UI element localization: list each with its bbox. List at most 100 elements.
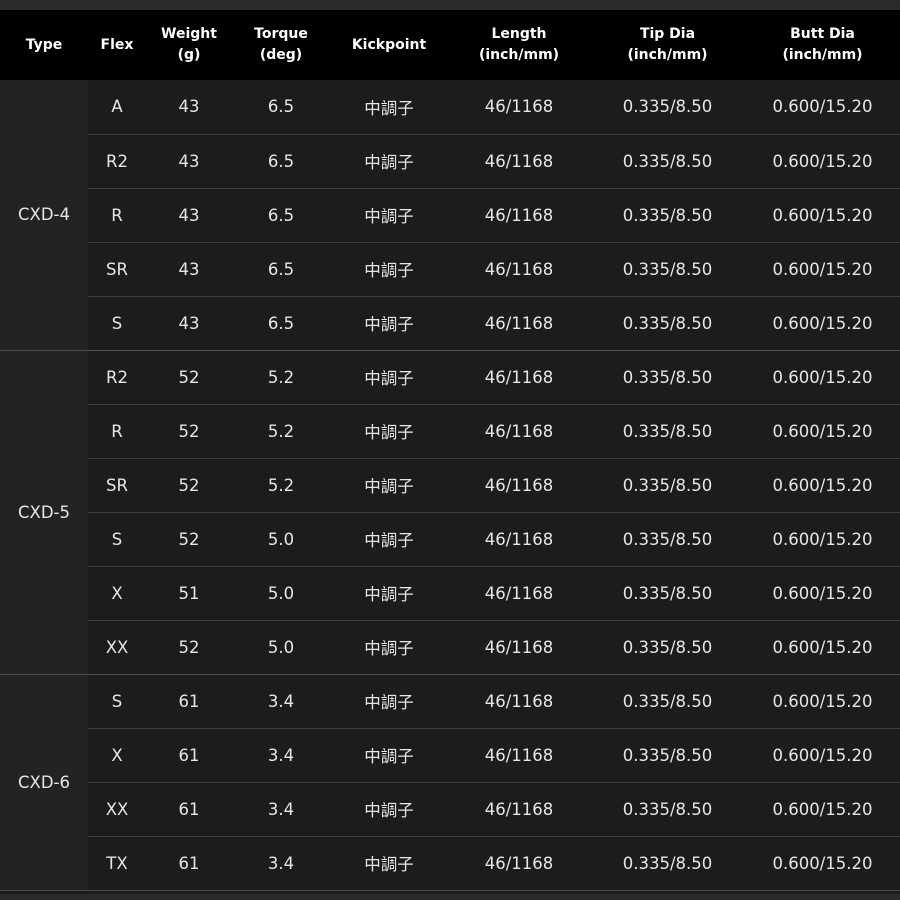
type-cell: CXD-5 <box>0 350 88 675</box>
length-cell: 46/1168 <box>448 188 590 243</box>
header-torque: Torque (deg) <box>254 26 308 63</box>
length-cell: 46/1168 <box>448 350 590 405</box>
torque-cell: 5.2 <box>232 350 330 405</box>
flex-cell: S <box>88 296 146 351</box>
torque-cell: 5.0 <box>232 512 330 567</box>
length-cell: 46/1168 <box>448 512 590 567</box>
table-header: Type Flex Weight (g) Torque (deg) Kickpo… <box>0 10 900 80</box>
length-cell: 46/1168 <box>448 728 590 783</box>
kickpoint-cell: 中調子 <box>330 620 448 675</box>
tip-dia-cell: 0.335/8.50 <box>590 134 745 189</box>
butt-dia-cell: 0.600/15.20 <box>745 296 900 351</box>
header-butt-dia: Butt Dia (inch/mm) <box>782 26 863 63</box>
table-row: R2 43 6.5 中調子 46/1168 0.335/8.50 0.600/1… <box>0 134 900 189</box>
kickpoint-cell: 中調子 <box>330 674 448 729</box>
tip-dia-cell: 0.335/8.50 <box>590 566 745 621</box>
length-cell: 46/1168 <box>448 620 590 675</box>
kickpoint-cell: 中調子 <box>330 458 448 513</box>
table-row: SR 43 6.5 中調子 46/1168 0.335/8.50 0.600/1… <box>0 242 900 297</box>
table-row: TX 61 3.4 中調子 46/1168 0.335/8.50 0.600/1… <box>0 836 900 891</box>
torque-cell: 6.5 <box>232 296 330 351</box>
weight-cell: 43 <box>146 80 232 135</box>
kickpoint-cell: 中調子 <box>330 404 448 459</box>
butt-dia-cell: 0.600/15.20 <box>745 836 900 891</box>
flex-cell: TX <box>88 836 146 891</box>
torque-cell: 6.5 <box>232 80 330 135</box>
weight-cell: 43 <box>146 188 232 243</box>
table-row: CXD-5 R2 52 5.2 中調子 46/1168 0.335/8.50 0… <box>0 350 900 675</box>
kickpoint-cell: 中調子 <box>330 836 448 891</box>
header-type: Type <box>25 36 63 53</box>
tip-dia-cell: 0.335/8.50 <box>590 728 745 783</box>
kickpoint-cell: 中調子 <box>330 350 448 405</box>
bottom-border-strip <box>0 894 900 900</box>
length-cell: 46/1168 <box>448 566 590 621</box>
tip-dia-cell: 0.335/8.50 <box>590 782 745 837</box>
kickpoint-cell: 中調子 <box>330 296 448 351</box>
butt-dia-cell: 0.600/15.20 <box>745 188 900 243</box>
weight-cell: 43 <box>146 296 232 351</box>
weight-cell: 51 <box>146 566 232 621</box>
torque-cell: 5.0 <box>232 620 330 675</box>
butt-dia-cell: 0.600/15.20 <box>745 404 900 459</box>
table-row: XX 52 5.0 中調子 46/1168 0.335/8.50 0.600/1… <box>0 620 900 675</box>
type-cell: CXD-6 <box>0 674 88 891</box>
flex-cell: X <box>88 566 146 621</box>
weight-cell: 61 <box>146 782 232 837</box>
table-body: CXD-4 A 43 6.5 中調子 46/1168 0.335/8.50 0.… <box>0 80 900 891</box>
weight-cell: 61 <box>146 674 232 729</box>
butt-dia-cell: 0.600/15.20 <box>745 620 900 675</box>
table-row: CXD-6 S 61 3.4 中調子 46/1168 0.335/8.50 0.… <box>0 674 900 891</box>
header-length: Length (inch/mm) <box>478 26 560 63</box>
kickpoint-cell: 中調子 <box>330 512 448 567</box>
torque-cell: 3.4 <box>232 728 330 783</box>
tip-dia-cell: 0.335/8.50 <box>590 674 745 729</box>
table-row: X 51 5.0 中調子 46/1168 0.335/8.50 0.600/15… <box>0 566 900 621</box>
header-tip-dia: Tip Dia (inch/mm) <box>627 26 708 63</box>
length-cell: 46/1168 <box>448 782 590 837</box>
weight-cell: 61 <box>146 836 232 891</box>
table-row: R 43 6.5 中調子 46/1168 0.335/8.50 0.600/15… <box>0 188 900 243</box>
flex-cell: S <box>88 674 146 729</box>
kickpoint-cell: 中調子 <box>330 188 448 243</box>
flex-cell: R <box>88 188 146 243</box>
torque-cell: 5.0 <box>232 566 330 621</box>
header-weight: Weight (g) <box>161 26 217 63</box>
kickpoint-cell: 中調子 <box>330 782 448 837</box>
table-row: R 52 5.2 中調子 46/1168 0.335/8.50 0.600/15… <box>0 404 900 459</box>
kickpoint-cell: 中調子 <box>330 80 448 135</box>
length-cell: 46/1168 <box>448 458 590 513</box>
torque-cell: 3.4 <box>232 782 330 837</box>
table-row: SR 52 5.2 中調子 46/1168 0.335/8.50 0.600/1… <box>0 458 900 513</box>
flex-cell: X <box>88 728 146 783</box>
weight-cell: 43 <box>146 134 232 189</box>
flex-cell: XX <box>88 782 146 837</box>
torque-cell: 3.4 <box>232 836 330 891</box>
butt-dia-cell: 0.600/15.20 <box>745 242 900 297</box>
tip-dia-cell: 0.335/8.50 <box>590 458 745 513</box>
kickpoint-cell: 中調子 <box>330 242 448 297</box>
flex-cell: SR <box>88 458 146 513</box>
butt-dia-cell: 0.600/15.20 <box>745 350 900 405</box>
butt-dia-cell: 0.600/15.20 <box>745 134 900 189</box>
torque-cell: 5.2 <box>232 404 330 459</box>
weight-cell: 52 <box>146 350 232 405</box>
weight-cell: 52 <box>146 512 232 567</box>
flex-cell: S <box>88 512 146 567</box>
butt-dia-cell: 0.600/15.20 <box>745 728 900 783</box>
header-row: Type Flex Weight (g) Torque (deg) Kickpo… <box>0 10 900 80</box>
header-kickpoint: Kickpoint <box>351 36 427 53</box>
tip-dia-cell: 0.335/8.50 <box>590 350 745 405</box>
tip-dia-cell: 0.335/8.50 <box>590 296 745 351</box>
weight-cell: 52 <box>146 620 232 675</box>
weight-cell: 61 <box>146 728 232 783</box>
flex-cell: SR <box>88 242 146 297</box>
tip-dia-cell: 0.335/8.50 <box>590 188 745 243</box>
tip-dia-cell: 0.335/8.50 <box>590 404 745 459</box>
kickpoint-cell: 中調子 <box>330 728 448 783</box>
kickpoint-cell: 中調子 <box>330 566 448 621</box>
table-row: S 52 5.0 中調子 46/1168 0.335/8.50 0.600/15… <box>0 512 900 567</box>
flex-cell: R <box>88 404 146 459</box>
tip-dia-cell: 0.335/8.50 <box>590 512 745 567</box>
length-cell: 46/1168 <box>448 404 590 459</box>
